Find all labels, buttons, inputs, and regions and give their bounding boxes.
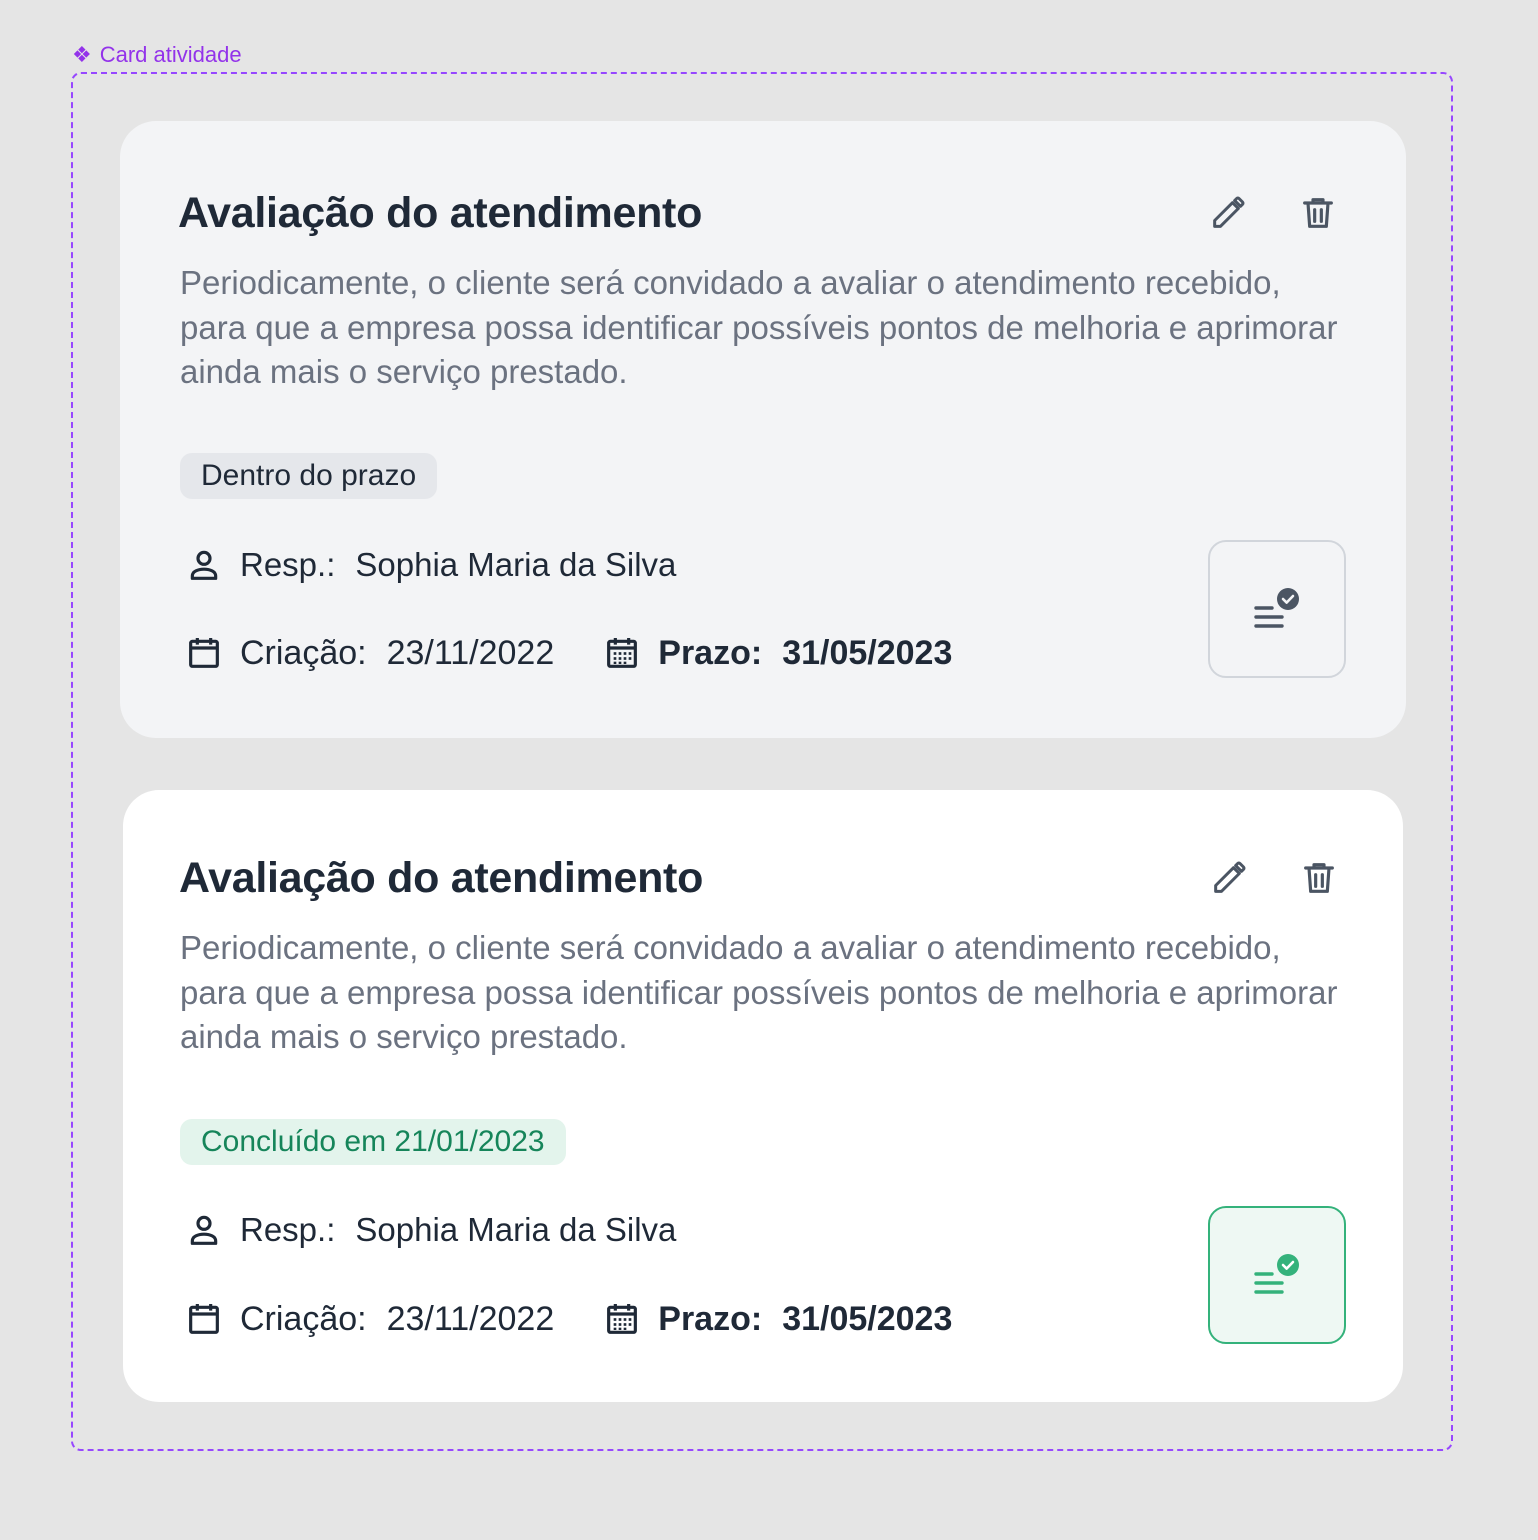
edit-button[interactable] xyxy=(1208,193,1248,233)
due-value: 31/05/2023 xyxy=(782,633,953,672)
card-title: Avaliação do atendimento xyxy=(178,189,703,237)
trash-icon xyxy=(1303,198,1333,228)
created-label: Criação: xyxy=(240,633,367,672)
mark-complete-button[interactable] xyxy=(1208,1206,1346,1344)
mark-complete-button[interactable] xyxy=(1208,540,1346,678)
created-value: 23/11/2022 xyxy=(386,1299,555,1338)
responsible-label: Resp.: xyxy=(240,1211,336,1248)
trash-icon xyxy=(1304,863,1334,893)
list-check-icon xyxy=(1254,1254,1299,1294)
due-label: Prazo: xyxy=(658,633,763,672)
responsible-label: Resp.: xyxy=(240,546,336,583)
delete-button[interactable] xyxy=(1299,858,1339,898)
card-description: Periodicamente, o cliente será convidado… xyxy=(180,264,1338,390)
responsible-value: Sophia Maria da Silva xyxy=(355,1211,677,1248)
created-value: 23/11/2022 xyxy=(386,633,555,672)
due-label: Prazo: xyxy=(658,1299,763,1338)
frame-label: ❖ Card atividade xyxy=(72,42,242,68)
dates-row: Criação: 23/11/2022 Prazo: 31/05/2023 xyxy=(184,633,952,673)
pencil-icon xyxy=(1214,861,1246,893)
responsible-value: Sophia Maria da Silva xyxy=(355,546,677,583)
user-icon xyxy=(184,1210,224,1250)
calendar-icon xyxy=(184,1299,224,1339)
card-actions xyxy=(1209,858,1339,898)
responsible-row: Resp.: Sophia Maria da Silva xyxy=(184,1210,676,1250)
responsible-row: Resp.: Sophia Maria da Silva xyxy=(184,545,676,585)
status-badge: Concluído em 21/01/2023 xyxy=(180,1119,566,1165)
calendar-grid-icon xyxy=(602,1299,642,1339)
pencil-icon xyxy=(1213,196,1245,228)
delete-button[interactable] xyxy=(1298,193,1338,233)
frame-label-text: Card atividade xyxy=(99,42,242,67)
activity-card-pending: Avaliação do atendimento Periodicamente,… xyxy=(120,121,1406,738)
user-icon xyxy=(184,545,224,585)
created-label: Criação: xyxy=(240,1299,367,1338)
due-value: 31/05/2023 xyxy=(782,1299,953,1338)
card-actions xyxy=(1208,193,1338,233)
calendar-icon xyxy=(184,633,224,673)
calendar-grid-icon xyxy=(602,633,642,673)
edit-button[interactable] xyxy=(1209,858,1249,898)
activity-card-completed: Avaliação do atendimento Periodicamente,… xyxy=(123,790,1403,1402)
dates-row: Criação: 23/11/2022 Prazo: 31/05/2023 xyxy=(184,1299,952,1339)
component-diamond-icon: ❖ xyxy=(72,42,92,67)
status-badge: Dentro do prazo xyxy=(180,453,438,499)
list-check-icon xyxy=(1254,588,1299,628)
card-title: Avaliação do atendimento xyxy=(179,854,704,902)
card-description: Periodicamente, o cliente será convidado… xyxy=(180,929,1338,1055)
